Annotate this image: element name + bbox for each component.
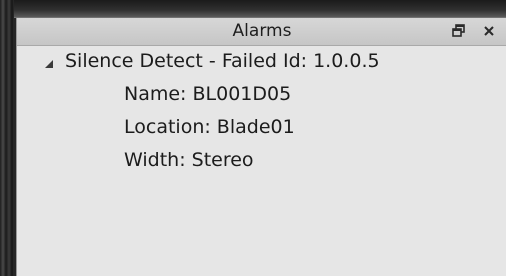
- window-top-border: [14, 0, 506, 18]
- panel-title: Alarms: [232, 21, 292, 41]
- window-left-border: [0, 0, 14, 276]
- expand-collapse-toggle[interactable]: [43, 55, 55, 68]
- alarm-heading[interactable]: Silence Detect - Failed Id: 1.0.0.5: [65, 46, 380, 76]
- float-window-icon: [452, 24, 465, 37]
- alarms-panel: Alarms Silence Detect - Failed Id: 1.0.0…: [16, 18, 506, 276]
- alarm-detail-location: Location: Blade01: [124, 116, 295, 138]
- panel-titlebar[interactable]: Alarms: [17, 18, 506, 46]
- close-button[interactable]: [481, 23, 497, 39]
- close-icon: [484, 26, 494, 36]
- float-window-button[interactable]: [451, 23, 467, 39]
- alarm-detail-name: Name: BL001D05: [124, 83, 292, 105]
- window-frame: Alarms Silence Detect - Failed Id: 1.0.0…: [0, 0, 506, 276]
- expanded-triangle-icon: [45, 60, 53, 68]
- alarm-detail-width: Width: Stereo: [124, 149, 254, 171]
